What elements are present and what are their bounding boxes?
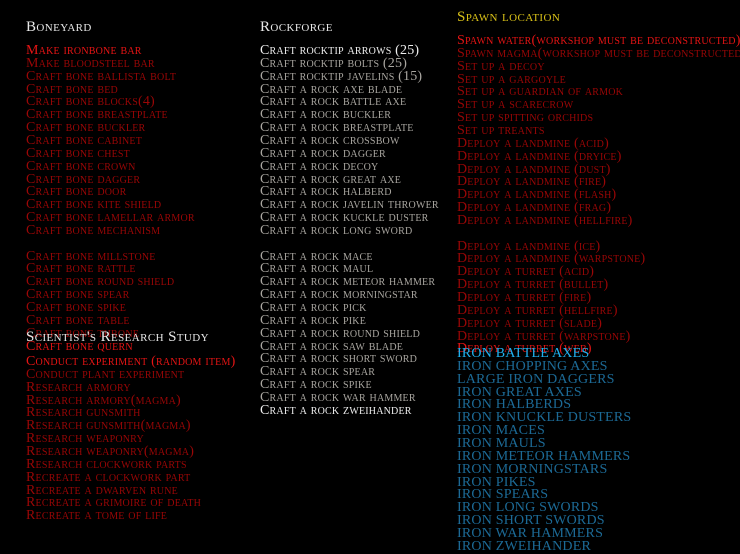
- job-item[interactable]: Craft a rock zweihander: [260, 403, 412, 418]
- section-header-boneyard: Boneyard: [26, 19, 92, 35]
- job-item[interactable]: Deploy a landmine (hellfire): [457, 213, 633, 228]
- column-spawn-location: Spawn location Spawn water(workshop must …: [450, 0, 740, 554]
- job-item[interactable]: Recreate a tome of life: [26, 509, 167, 523]
- section-header-spawn-location: Spawn location: [457, 9, 561, 25]
- column-rockforge: Rockforge Craft rocktip arrows (25) Craft …: [252, 0, 450, 552]
- job-item[interactable]: Craft a rock long sword: [260, 223, 412, 238]
- workshop-job-list-screen: Boneyard Make ironbone bar Make bloodsteel…: [0, 0, 740, 554]
- column-boneyard: Boneyard Make ironbone bar Make bloodsteel…: [0, 0, 250, 552]
- section-header-rockforge: Rockforge: [260, 19, 333, 35]
- job-item[interactable]: Craft bone mechanism: [26, 223, 160, 238]
- section-header-scientists-research-study: Scientist's Research Study: [26, 329, 209, 345]
